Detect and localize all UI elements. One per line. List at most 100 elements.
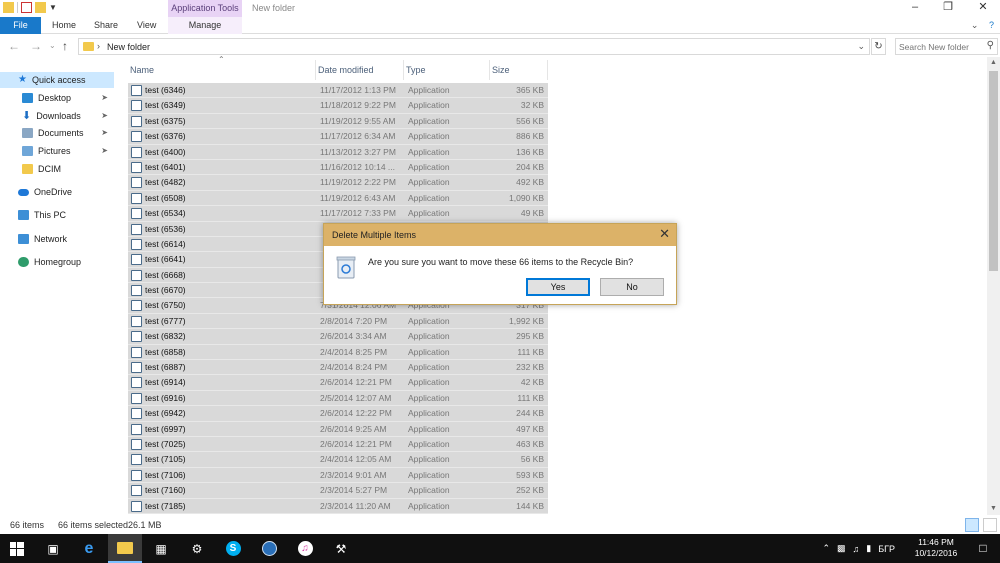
search-input[interactable] bbox=[899, 40, 983, 53]
file-type: Application bbox=[408, 161, 450, 172]
browser-button[interactable] bbox=[252, 534, 286, 563]
table-row[interactable]: test (6777) 2/8/2014 7:20 PM Application 1,… bbox=[128, 313, 548, 330]
language-indicator[interactable]: БГР bbox=[878, 544, 895, 554]
file-size: 1,992 KB bbox=[509, 315, 544, 326]
sidebar-item-downloads[interactable]: ⬇ Downloads ➤ bbox=[22, 108, 114, 124]
file-size: 111 KB bbox=[517, 346, 544, 357]
network-icon[interactable]: ▩ bbox=[837, 543, 846, 554]
back-icon[interactable]: ← bbox=[8, 39, 20, 53]
task-view-button[interactable]: ▣ bbox=[36, 534, 70, 563]
sidebar-item-dcim[interactable]: DCIM bbox=[22, 161, 114, 177]
table-row[interactable]: test (7160) 2/3/2014 5:27 PM Application 25… bbox=[128, 483, 548, 499]
column-header-date-modified[interactable]: Date modified bbox=[316, 60, 404, 80]
table-row[interactable]: test (7105) 2/4/2014 12:05 AM Application 5… bbox=[128, 452, 548, 468]
sidebar-item-homegroup[interactable]: Homegroup bbox=[18, 254, 114, 270]
table-row[interactable]: test (6482) 11/19/2012 2:22 PM Application… bbox=[128, 175, 548, 191]
refresh-button[interactable]: ↻ bbox=[871, 38, 886, 55]
table-row[interactable]: test (6916) 2/5/2014 12:07 AM Application 1… bbox=[128, 390, 548, 407]
sidebar-item-quick-access[interactable]: ★ Quick access bbox=[0, 72, 114, 88]
tab-manage[interactable]: Manage bbox=[168, 17, 242, 34]
properties-icon[interactable] bbox=[21, 2, 32, 13]
expand-ribbon-icon[interactable]: ⌄ bbox=[971, 20, 979, 30]
file-date-modified: 2/4/2014 8:24 PM bbox=[320, 362, 388, 373]
table-row[interactable]: test (7106) 2/3/2014 9:01 AM Application 59… bbox=[128, 467, 548, 484]
table-row[interactable]: test (6401) 11/16/2012 10:14 ... Applicati… bbox=[128, 159, 548, 176]
column-header-name[interactable]: Name bbox=[128, 60, 316, 80]
column-header-size[interactable]: Size bbox=[490, 60, 548, 80]
close-icon[interactable]: ✕ bbox=[659, 226, 670, 242]
close-button[interactable]: ✕ bbox=[966, 0, 1000, 17]
file-size: 365 KB bbox=[516, 85, 544, 95]
table-row[interactable]: test (6349) 11/18/2012 9:22 PM Application… bbox=[128, 98, 548, 114]
minimize-button[interactable]: – bbox=[898, 0, 932, 17]
yes-button[interactable]: Yes bbox=[526, 278, 590, 296]
forward-icon[interactable]: → bbox=[30, 39, 42, 53]
search-box[interactable]: ⚲ bbox=[895, 38, 998, 55]
app-button[interactable]: ⚒ bbox=[324, 534, 358, 563]
table-row[interactable]: test (6534) 11/17/2012 7:33 PM Application… bbox=[128, 206, 548, 222]
table-row[interactable]: test (6832) 2/6/2014 3:34 AM Application 29… bbox=[128, 329, 548, 345]
sidebar-item-documents[interactable]: Documents ➤ bbox=[22, 125, 114, 141]
tab-home[interactable]: Home bbox=[52, 17, 76, 34]
sidebar-item-desktop[interactable]: Desktop ➤ bbox=[22, 90, 114, 106]
address-bar[interactable]: › New folder ⌄ bbox=[78, 38, 870, 55]
file-date-modified: 11/19/2012 6:43 AM bbox=[320, 192, 396, 203]
table-row[interactable]: test (6508) 11/19/2012 6:43 AM Application… bbox=[128, 190, 548, 207]
new-folder-icon[interactable] bbox=[35, 2, 46, 13]
file-name: test (6376) bbox=[145, 131, 186, 142]
sidebar-item-this-pc[interactable]: This PC bbox=[18, 207, 114, 223]
qat-dropdown-icon[interactable]: ▼ bbox=[49, 3, 57, 12]
breadcrumb-chevron-icon[interactable]: › bbox=[97, 41, 100, 51]
sidebar-item-pictures[interactable]: Pictures ➤ bbox=[22, 143, 114, 159]
tab-share[interactable]: Share bbox=[94, 17, 118, 34]
column-header-type[interactable]: Type bbox=[404, 60, 490, 80]
battery-icon[interactable]: ▮ bbox=[866, 543, 871, 554]
table-row[interactable]: test (6858) 2/4/2014 8:25 PM Application 11… bbox=[128, 344, 548, 361]
scroll-thumb[interactable] bbox=[989, 71, 998, 271]
clock[interactable]: 11:46 PM 10/12/2016 bbox=[906, 537, 966, 559]
recent-locations-icon[interactable]: ⌄ bbox=[49, 41, 56, 50]
table-row[interactable]: test (6942) 2/6/2014 12:22 PM Application 2… bbox=[128, 406, 548, 422]
help-icon[interactable]: ? bbox=[989, 20, 994, 30]
restore-button[interactable]: ❐ bbox=[931, 0, 965, 17]
tab-file[interactable]: File bbox=[0, 17, 41, 34]
large-icons-view-button[interactable] bbox=[983, 518, 997, 532]
breadcrumb[interactable]: New folder bbox=[107, 42, 150, 52]
table-row[interactable]: test (6375) 11/19/2012 9:55 AM Application… bbox=[128, 113, 548, 130]
itunes-button[interactable]: ♫ bbox=[288, 534, 322, 563]
scroll-up-icon[interactable]: ▲ bbox=[987, 57, 1000, 69]
no-button[interactable]: No bbox=[600, 278, 664, 296]
table-row[interactable]: test (7025) 2/6/2014 12:21 PM Application 4… bbox=[128, 436, 548, 453]
table-row[interactable]: test (6376) 11/17/2012 6:34 AM Application… bbox=[128, 129, 548, 145]
steam-button[interactable]: ⚙ bbox=[180, 534, 214, 563]
application-icon bbox=[131, 146, 142, 158]
tab-view[interactable]: View bbox=[137, 17, 156, 34]
store-button[interactable]: ▦ bbox=[144, 534, 178, 563]
chevron-down-icon[interactable]: ⌄ bbox=[857, 41, 865, 52]
file-date-modified: 2/6/2014 3:34 AM bbox=[320, 331, 387, 342]
file-type: Application bbox=[408, 177, 450, 188]
skype-button[interactable]: S bbox=[216, 534, 250, 563]
edge-button[interactable]: e bbox=[72, 534, 106, 563]
volume-icon[interactable]: ♫ bbox=[853, 544, 860, 554]
sidebar-item-network[interactable]: Network bbox=[18, 231, 114, 247]
scroll-down-icon[interactable]: ▼ bbox=[987, 503, 1000, 515]
pin-icon: ➤ bbox=[101, 111, 108, 120]
start-button[interactable] bbox=[0, 534, 34, 563]
table-row[interactable]: test (6887) 2/4/2014 8:24 PM Application 23… bbox=[128, 360, 548, 376]
table-row[interactable]: test (6997) 2/6/2014 9:25 AM Application 49… bbox=[128, 421, 548, 437]
table-row[interactable]: test (6346) 11/17/2012 1:13 PM Application… bbox=[128, 83, 548, 99]
file-explorer-button[interactable] bbox=[108, 534, 142, 563]
selection-count: 66 items selected bbox=[58, 520, 129, 530]
file-name: test (7106) bbox=[145, 469, 186, 480]
show-hidden-icons-icon[interactable]: ⌃ bbox=[822, 543, 830, 554]
sidebar-item-onedrive[interactable]: OneDrive bbox=[18, 184, 114, 200]
notifications-icon[interactable]: □ bbox=[966, 534, 1000, 563]
details-view-button[interactable] bbox=[965, 518, 979, 532]
up-icon[interactable]: ↑ bbox=[62, 39, 68, 53]
table-row[interactable]: test (7185) 2/3/2014 11:20 AM Application 1… bbox=[128, 498, 548, 514]
table-row[interactable]: test (6400) 11/13/2012 3:27 PM Application… bbox=[128, 144, 548, 160]
file-name: test (7105) bbox=[145, 454, 186, 465]
table-row[interactable]: test (6914) 2/6/2014 12:21 PM Application 4… bbox=[128, 375, 548, 391]
vertical-scrollbar[interactable]: ▲ ▼ bbox=[987, 57, 1000, 515]
